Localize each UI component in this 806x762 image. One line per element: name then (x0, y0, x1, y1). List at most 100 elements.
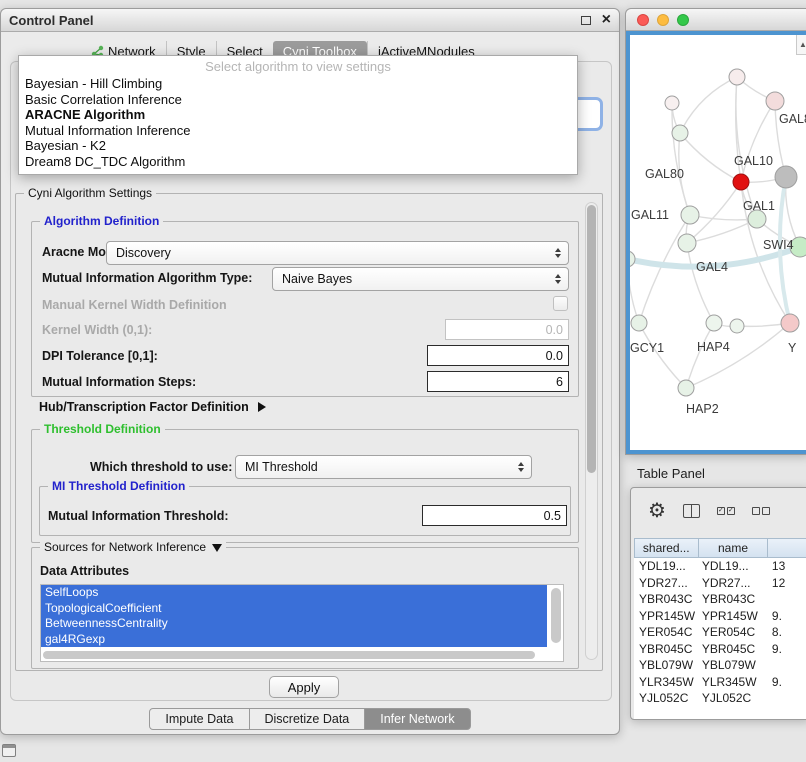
zoom-window-button[interactable] (677, 14, 689, 26)
column-header-3[interactable] (767, 538, 806, 558)
settings-scrollbar[interactable] (585, 202, 598, 660)
network-node-label: GAL8 (779, 112, 806, 126)
algorithm-option-dream8-dc-tdc-algorithm[interactable]: Dream8 DC_TDC Algorithm (19, 154, 577, 170)
network-edge[interactable] (680, 133, 741, 182)
network-node-label: GAL10 (734, 154, 773, 168)
hub-definition-toggle[interactable]: Hub/Transcription Factor Definition (39, 400, 266, 414)
network-edge[interactable] (687, 243, 714, 323)
network-node-gal8[interactable] (766, 92, 784, 110)
expand-right-icon (258, 402, 266, 412)
network-edge[interactable] (741, 101, 775, 182)
table-cell: YDL19... (634, 559, 698, 573)
network-node[interactable] (730, 319, 744, 333)
network-node-gcy1[interactable] (631, 315, 647, 331)
network-edge[interactable] (680, 77, 737, 133)
attribute-item-topologicalcoefficient[interactable]: TopologicalCoefficient (41, 601, 547, 617)
network-node-gal10[interactable] (733, 174, 749, 190)
sources-title[interactable]: Sources for Network Inference (40, 540, 226, 554)
network-node-label: HAP4 (697, 340, 730, 354)
which-threshold-select[interactable]: MI Threshold (235, 455, 532, 479)
table-row[interactable]: YBR045CYBR045C9. (634, 641, 806, 658)
columns-icon[interactable] (683, 504, 700, 518)
table-row[interactable]: YJL052CYJL052C (634, 690, 806, 707)
table-cell: 9. (768, 675, 806, 689)
algorithm-option-aracne-algorithm[interactable]: ARACNE Algorithm (19, 107, 577, 123)
close-window-button[interactable] (637, 14, 649, 26)
algorithm-option-bayesian-k2[interactable]: Bayesian - K2 (19, 138, 577, 154)
algorithm-option-bayesian-hill-climbing[interactable]: Bayesian - Hill Climbing (19, 76, 577, 92)
attribute-item-gal4rgexp[interactable]: gal4RGexp (41, 632, 547, 648)
mi-steps-field[interactable]: 6 (427, 371, 569, 392)
mi-threshold-field[interactable]: 0.5 (422, 505, 567, 526)
network-node-y[interactable] (781, 314, 799, 332)
column-header-1[interactable]: shared... (634, 538, 699, 558)
kernel-width-label: Kernel Width (0,1): (42, 323, 152, 337)
network-edge[interactable] (687, 219, 757, 243)
algorithm-option-mutual-information-inference[interactable]: Mutual Information Inference (19, 123, 577, 139)
tab-impute-data[interactable]: Impute Data (149, 708, 249, 730)
network-node[interactable] (665, 96, 679, 110)
algorithm-definition-group: Algorithm Definition Aracne Mode: Discov… (31, 221, 579, 397)
table-cell: 9. (768, 642, 806, 656)
table-row[interactable]: YDR27...YDR27...12 (634, 575, 806, 592)
tab-discretize-data[interactable]: Discretize Data (249, 708, 366, 730)
network-canvas[interactable]: GAL8GAL80GAL10GAL11GAL1SWI4GAL4GCY1HAP4Y… (626, 31, 806, 454)
table-row[interactable]: YLR345WYLR345W9. (634, 674, 806, 691)
float-panel-icon[interactable] (581, 16, 591, 25)
apply-button[interactable]: Apply (269, 676, 339, 698)
network-node-gal80[interactable] (672, 125, 688, 141)
table-cell: YDR27... (698, 576, 768, 590)
network-edge[interactable] (736, 77, 757, 219)
network-node[interactable] (775, 166, 797, 188)
manual-kernel-width-checkbox[interactable] (553, 296, 568, 311)
network-edge[interactable] (686, 323, 714, 388)
control-panel-titlebar[interactable]: Control Panel × (1, 9, 619, 32)
threshold-definition-title: Threshold Definition (40, 422, 165, 436)
aracne-mode-select[interactable]: Discovery (106, 241, 569, 265)
restore-panel-icon[interactable] (2, 744, 16, 757)
deselect-all-checkboxes-icon[interactable] (752, 507, 770, 515)
table-cell: YPR145W (698, 609, 768, 623)
network-node-label: GAL80 (645, 167, 684, 181)
table-row[interactable]: YBL079WYBL079W (634, 657, 806, 674)
attributes-hscrollbar[interactable] (43, 651, 535, 659)
control-panel-title: Control Panel (9, 13, 94, 28)
network-edge[interactable] (639, 323, 686, 388)
data-attributes-list[interactable]: SelfLoopsTopologicalCoefficientBetweenne… (40, 584, 564, 662)
table-cell: YER054C (698, 625, 768, 639)
table-row[interactable]: YER054CYER054C8. (634, 624, 806, 641)
network-node-hap2[interactable] (678, 380, 694, 396)
cyni-algorithm-settings-title: Cyni Algorithm Settings (24, 186, 156, 200)
column-header-2[interactable]: name (698, 538, 769, 558)
sources-group: Sources for Network Inference Data Attri… (31, 547, 579, 669)
select-all-checkboxes-icon[interactable]: ✓✓ (717, 507, 735, 515)
table-cell: YBR045C (698, 642, 768, 656)
settings-scrollbar-thumb[interactable] (587, 205, 596, 473)
cyni-mode-tabs: Impute DataDiscretize DataInfer Network (1, 708, 619, 730)
table-row[interactable]: YDL19...YDL19...13 (634, 558, 806, 575)
mi-threshold-definition-group: MI Threshold Definition Mutual Informati… (39, 486, 571, 536)
attributes-vscrollbar[interactable] (551, 588, 561, 643)
network-node[interactable] (729, 69, 745, 85)
tab-infer-network[interactable]: Infer Network (364, 708, 470, 730)
network-node-hap4[interactable] (706, 315, 722, 331)
dpi-tolerance-field[interactable]: 0.0 (427, 345, 569, 366)
network-node-gal11[interactable] (681, 206, 699, 224)
attribute-item-selfloops[interactable]: SelfLoops (41, 585, 547, 601)
gear-icon[interactable]: ⚙ (648, 501, 666, 521)
algorithm-placeholder-option[interactable]: Select algorithm to view settings (19, 56, 577, 76)
network-node-gal4[interactable] (678, 234, 696, 252)
algorithm-option-basic-correlation-inference[interactable]: Basic Correlation Inference (19, 92, 577, 108)
scroll-up-icon[interactable]: ▲ (796, 35, 806, 55)
table-row[interactable]: YPR145WYPR145W9. (634, 608, 806, 625)
minimize-window-button[interactable] (657, 14, 669, 26)
network-edge[interactable] (630, 259, 639, 323)
table-row[interactable]: YBR043CYBR043C (634, 591, 806, 608)
close-panel-icon[interactable]: × (602, 13, 611, 27)
network-node[interactable] (630, 251, 635, 267)
mi-algorithm-type-select[interactable]: Naive Bayes (272, 267, 569, 291)
attribute-item-betweennesscentrality[interactable]: BetweennessCentrality (41, 616, 547, 632)
kernel-width-field[interactable]: 0.0 (445, 319, 569, 340)
manual-kernel-width-label: Manual Kernel Width Definition (42, 298, 227, 312)
network-window-titlebar[interactable] (626, 9, 806, 31)
